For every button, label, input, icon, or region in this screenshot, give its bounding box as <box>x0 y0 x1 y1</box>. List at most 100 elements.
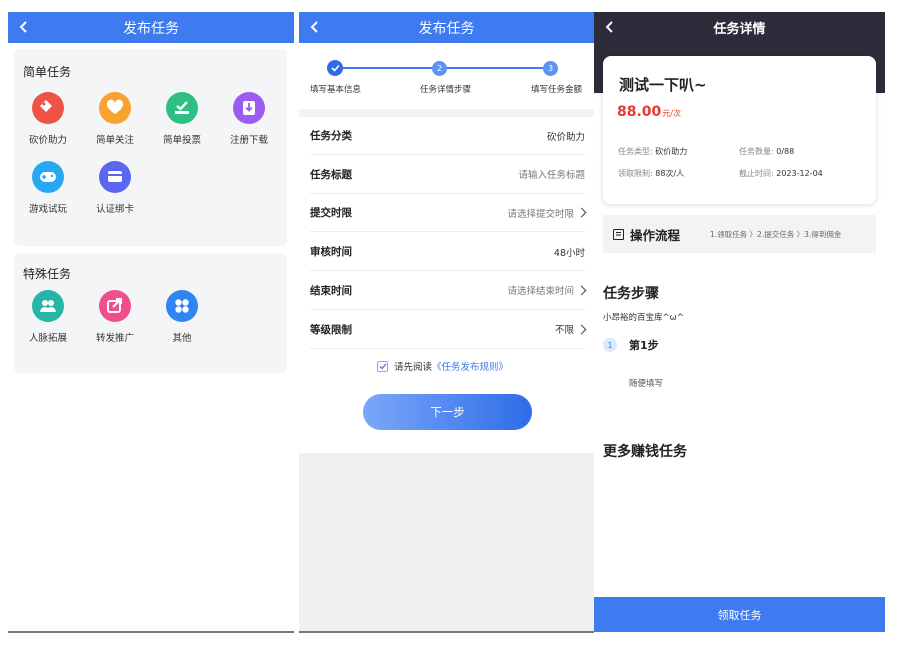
download-icon <box>233 92 265 124</box>
task-category-people[interactable]: 人脉拓展 <box>18 290 78 344</box>
field-value: 请选择提交时限 <box>507 208 574 220</box>
field-value-wrap: 不限 <box>554 322 587 336</box>
agree-checkbox[interactable] <box>377 360 388 372</box>
field-label: 等级限制 <box>310 323 352 336</box>
form-row[interactable]: 提交时限 请选择提交时限 <box>310 194 587 233</box>
step-indicator: 2 <box>432 61 447 76</box>
form-row[interactable]: 结束时间 请选择结束时间 <box>310 272 587 310</box>
chevron-left-icon[interactable] <box>305 17 325 37</box>
task-category-price-tag[interactable]: 砍价助力 <box>18 92 78 146</box>
vote-check-icon <box>166 92 198 124</box>
field-label: 审核时间 <box>310 246 352 259</box>
nav-title: 发布任务 <box>418 20 475 37</box>
field-value-wrap: 砍价助力 <box>547 129 585 143</box>
step-label: 任务详情步骤 <box>420 85 472 95</box>
price-value: 88.00 <box>617 104 662 120</box>
task-price: 88.00 元/次 <box>617 104 681 120</box>
category-label: 简单关注 <box>95 135 134 146</box>
category-label: 人脉拓展 <box>28 333 67 344</box>
publish-form-screen: 发布任务 填写基本信息 2 任务详情步骤 3 填写任务金额 任务分类 砍价助力任务标题 请输… <box>299 12 594 632</box>
step-label: 填写基本信息 <box>310 85 362 95</box>
task-count: 任务数量: 0/88 <box>739 146 794 157</box>
meta-value: 88次/人 <box>655 169 685 178</box>
step-label: 填写任务金额 <box>531 85 583 95</box>
category-label: 简单投票 <box>162 135 201 146</box>
card-link-icon <box>99 161 131 193</box>
category-label: 注册下载 <box>229 135 268 146</box>
divider <box>299 109 594 117</box>
meta-label: 截止时间: <box>739 169 774 178</box>
field-value: 砍价助力 <box>546 131 585 143</box>
nav-title: 发布任务 <box>123 20 179 37</box>
task-name: 测试一下叭~ <box>619 76 707 94</box>
form-row[interactable]: 审核时间 48小时 <box>310 233 585 272</box>
category-label: 转发推广 <box>95 333 134 344</box>
task-type: 任务类型: 砍价助力 <box>618 146 687 157</box>
task-category-card-link[interactable]: 认证绑卡 <box>85 161 145 215</box>
nav-bar: 发布任务 <box>8 12 294 43</box>
price-unit: 元/次 <box>662 109 681 118</box>
field-value: 48小时 <box>553 247 585 259</box>
meta-label: 领取限制: <box>618 169 653 178</box>
agree-rules: 请先阅读 《任务发布规则》 <box>377 359 508 373</box>
author-name: 小昂裕的百宝库^ω^ <box>603 313 684 323</box>
field-label: 提交时限 <box>310 207 352 220</box>
card-title: 特殊任务 <box>23 267 72 281</box>
task-category-grid[interactable]: 其他 <box>152 290 212 344</box>
step-indicator: 3 <box>543 61 558 76</box>
scroll-bar <box>8 631 294 633</box>
category-body: 简单任务 砍价助力 简单关注 简单投票 注册下载 游戏试玩 认证绑卡 特殊任务 人脉拓展 转… <box>8 43 294 632</box>
page-root: 发布任务 简单任务 砍价助力 简单关注 简单投票 注册下载 游戏试玩 认证绑卡 特殊任务 … <box>0 0 904 654</box>
form-row[interactable]: 等级限制 不限 <box>310 311 587 349</box>
task-category-heart-plus[interactable]: 简单关注 <box>85 92 145 146</box>
field-value: 不限 <box>554 325 574 336</box>
step-description: 随便填写 <box>629 379 664 389</box>
task-category-download[interactable]: 注册下载 <box>219 92 279 146</box>
task-detail-card: 测试一下叭~ 88.00 元/次 任务类型: 砍价助力 任务数量: 0/88 领… <box>603 56 876 204</box>
agree-prefix: 请先阅读 <box>394 362 433 373</box>
nav-bar: 任务详情 <box>594 12 885 43</box>
grid-icon <box>166 290 198 322</box>
meta-value: 砍价助力 <box>655 147 688 156</box>
heart-plus-icon <box>99 92 131 124</box>
claim-limit: 领取限制: 88次/人 <box>618 168 684 179</box>
meta-value: 0/88 <box>776 147 795 156</box>
task-category-share[interactable]: 转发推广 <box>85 290 145 344</box>
step-title: 第1步 <box>629 339 659 352</box>
nav-title: 任务详情 <box>713 22 766 37</box>
category-label: 认证绑卡 <box>95 204 134 215</box>
next-button[interactable]: 下一步 <box>363 394 532 430</box>
operation-flow: 操作流程 1.领取任务 〉2.提交任务 〉3.得到佣金 <box>603 215 876 253</box>
category-label: 其他 <box>172 333 192 344</box>
special-task-card: 特殊任务 人脉拓展 转发推广 其他 <box>14 253 287 373</box>
chevron-right-icon <box>576 285 587 296</box>
category-label: 游戏试玩 <box>28 204 67 215</box>
step-number: 1 <box>603 338 617 352</box>
chevron-left-icon[interactable] <box>14 17 34 37</box>
meta-label: 任务数量: <box>739 147 774 156</box>
field-value: 请选择结束时间 <box>507 286 574 298</box>
flow-steps: 1.领取任务 〉2.提交任务 〉3.得到佣金 <box>710 229 842 239</box>
check-icon <box>379 363 386 369</box>
field-label: 任务标题 <box>310 168 352 181</box>
task-category-gamepad[interactable]: 游戏试玩 <box>18 161 78 215</box>
task-detail-screen: 任务详情 测试一下叭~ 88.00 元/次 任务类型: 砍价助力 任务数量: 0… <box>594 12 885 632</box>
task-category-vote-check[interactable]: 简单投票 <box>152 92 212 146</box>
more-tasks-title: 更多赚钱任务 <box>603 444 687 460</box>
rules-link[interactable]: 《任务发布规则》 <box>432 359 508 373</box>
bottom-area <box>299 453 594 632</box>
field-label: 结束时间 <box>310 284 352 297</box>
scroll-bar <box>299 631 594 633</box>
share-icon <box>99 290 131 322</box>
form-row[interactable]: 任务标题 请输入任务标题 <box>310 156 585 194</box>
form-row[interactable]: 任务分类 砍价助力 <box>310 117 585 155</box>
chevron-left-icon[interactable] <box>600 17 620 37</box>
field-value-wrap: 48小时 <box>554 245 585 259</box>
step-line <box>343 67 551 69</box>
field-value-wrap: 请输入任务标题 <box>518 167 585 181</box>
people-icon <box>32 290 64 322</box>
category-label: 砍价助力 <box>28 135 67 146</box>
claim-task-button[interactable]: 领取任务 <box>594 597 885 632</box>
deadline: 截止时间: 2023-12-04 <box>739 168 823 179</box>
meta-value: 2023-12-04 <box>776 169 823 178</box>
